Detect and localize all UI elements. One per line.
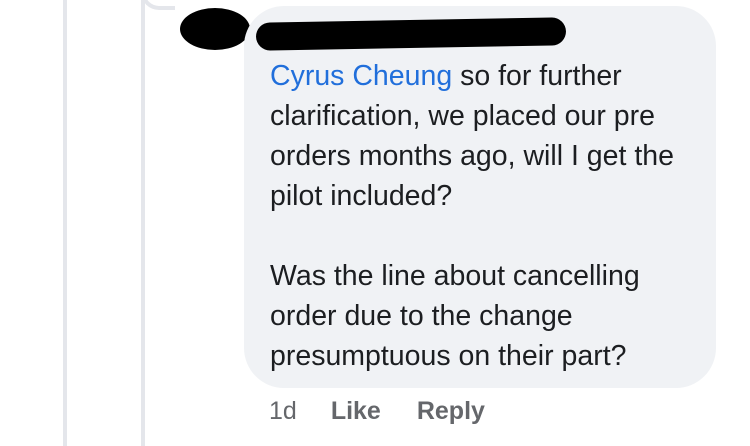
comment-text: Cyrus Cheung so for further clarificatio… (270, 56, 700, 376)
like-button[interactable]: Like (331, 397, 381, 426)
comment-timestamp[interactable]: 1d (269, 397, 297, 426)
avatar[interactable] (180, 8, 250, 50)
thread-line-right (141, 0, 145, 446)
comment-paragraph-1: Cyrus Cheung so for further clarificatio… (270, 56, 700, 216)
thread-connector-curve (141, 0, 175, 10)
reply-button[interactable]: Reply (417, 397, 485, 426)
comment-actions: 1d Like Reply (269, 397, 485, 426)
comment-paragraph-2: Was the line about cancelling order due … (270, 260, 640, 372)
thread-line-left (63, 0, 67, 446)
mention-link[interactable]: Cyrus Cheung (270, 60, 452, 92)
author-name-redacted[interactable] (255, 17, 567, 51)
